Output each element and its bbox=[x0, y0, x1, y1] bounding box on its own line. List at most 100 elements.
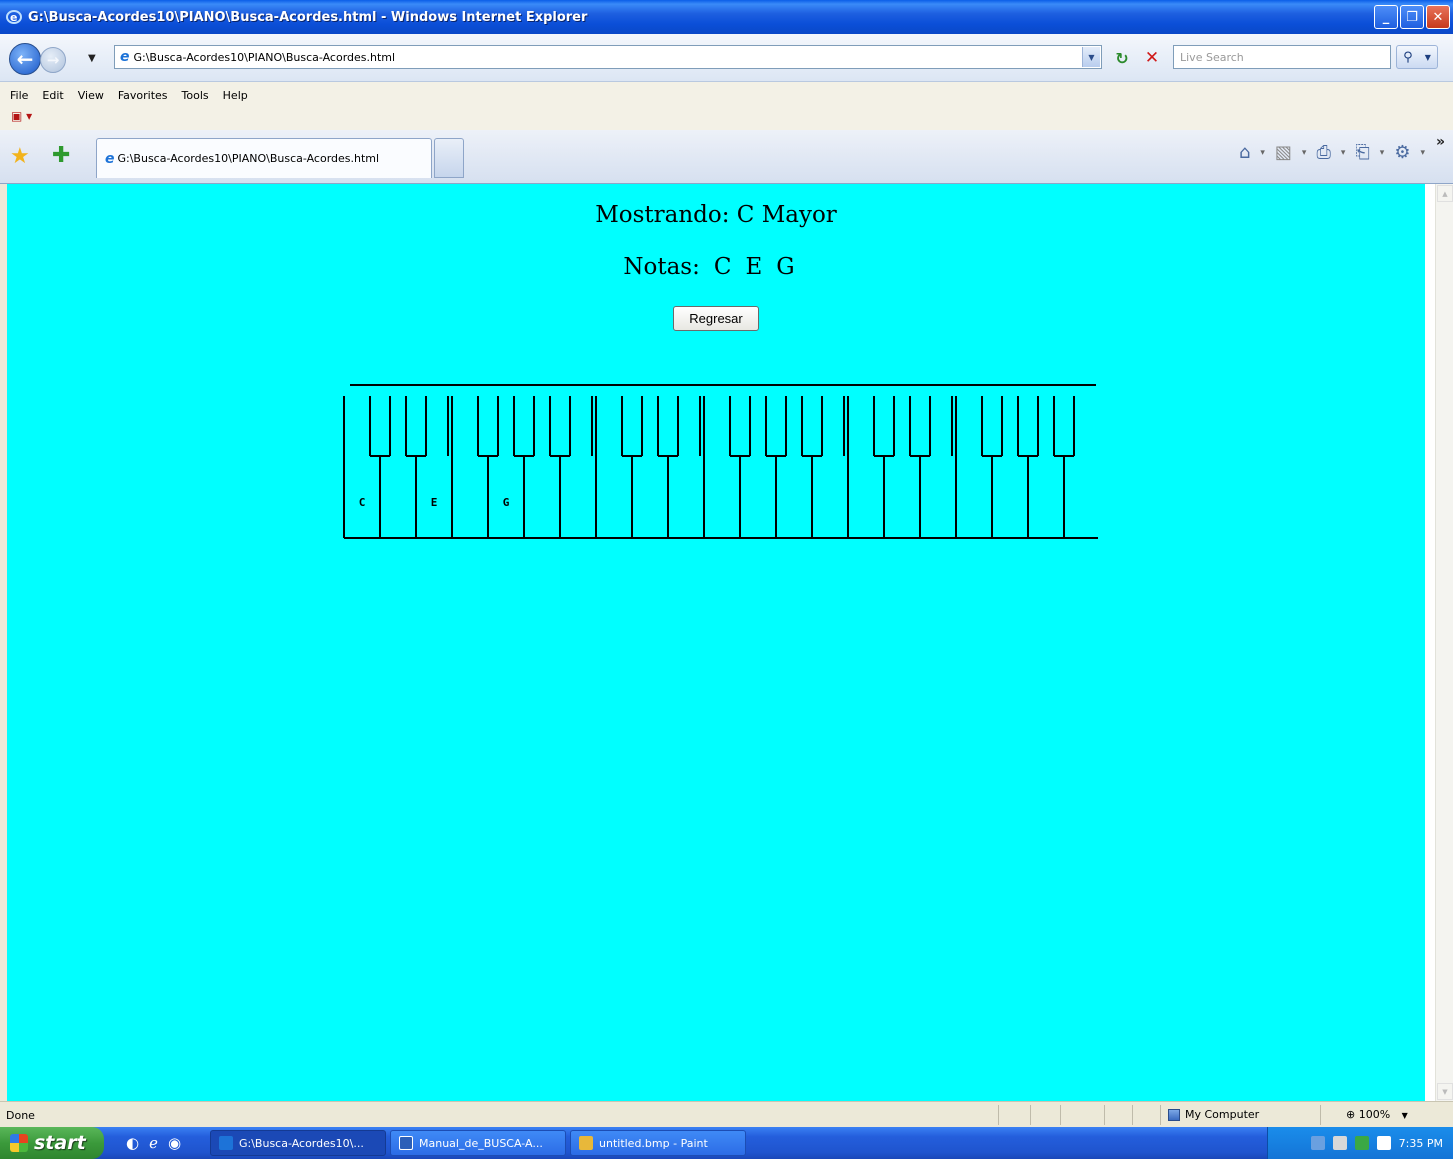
zoom-icon: ⊕ bbox=[1346, 1108, 1356, 1121]
note-2: E bbox=[745, 254, 763, 280]
volume-icon[interactable] bbox=[1332, 1136, 1347, 1150]
status-divider bbox=[1132, 1105, 1133, 1125]
address-field[interactable]: e G:\Busca-Acordes10\PIANO\Busca-Acordes… bbox=[114, 45, 1102, 69]
vertical-scrollbar[interactable]: ▲ ▼ bbox=[1435, 184, 1453, 1101]
status-divider bbox=[1030, 1105, 1031, 1125]
address-text: G:\Busca-Acordes10\PIANO\Busca-Acordes.h… bbox=[133, 50, 396, 64]
taskbar-item-paint[interactable]: untitled.bmp - Paint bbox=[570, 1130, 746, 1156]
status-divider bbox=[1160, 1105, 1161, 1125]
chevron-down-icon: ▼ bbox=[1401, 1111, 1408, 1120]
start-label: start bbox=[34, 1132, 86, 1154]
ie-icon: e bbox=[6, 9, 22, 25]
maximize-button[interactable]: ❐ bbox=[1400, 5, 1424, 29]
print-icon[interactable]: ⎙ bbox=[1316, 142, 1330, 163]
chevron-down-icon: ▼ bbox=[1424, 52, 1431, 62]
note-1: C bbox=[713, 254, 732, 280]
print-dropdown[interactable]: ▾ bbox=[1341, 148, 1346, 158]
search-icon: ⚲ bbox=[1403, 49, 1413, 65]
home-dropdown[interactable]: ▾ bbox=[1260, 148, 1265, 158]
refresh-icon[interactable]: ↻ bbox=[1110, 47, 1134, 69]
note-3: G bbox=[776, 254, 795, 280]
menu-file[interactable]: File bbox=[10, 89, 28, 102]
status-divider bbox=[1060, 1105, 1061, 1125]
page-dropdown[interactable]: ▾ bbox=[1380, 148, 1385, 158]
more-tools-chevron-icon[interactable]: » bbox=[1436, 134, 1445, 150]
pdf-toolbar-icon[interactable]: ▣ ▾ bbox=[11, 109, 32, 123]
zone-label: My Computer bbox=[1185, 1108, 1260, 1121]
feeds-icon[interactable]: ▧ bbox=[1275, 142, 1292, 163]
computer-icon bbox=[1168, 1108, 1180, 1121]
word-icon bbox=[399, 1136, 413, 1150]
status-divider bbox=[1104, 1105, 1105, 1125]
task-label: Manual_de_BUSCA-A... bbox=[419, 1136, 543, 1150]
ie-icon bbox=[219, 1136, 233, 1150]
page-menu-icon[interactable]: ⎗ bbox=[1355, 142, 1369, 163]
search-button[interactable]: ⚲ ▼ bbox=[1396, 45, 1438, 69]
app-tray-icon[interactable] bbox=[1376, 1136, 1391, 1150]
menu-help[interactable]: Help bbox=[223, 89, 248, 102]
zoom-control[interactable]: ⊕ 100% ▼ bbox=[1346, 1108, 1408, 1121]
key-label-e: E bbox=[431, 496, 438, 509]
windows-logo-icon bbox=[10, 1134, 28, 1152]
forward-button[interactable]: → bbox=[40, 47, 66, 73]
piano-keyboard: CEG bbox=[343, 384, 1098, 539]
start-button[interactable]: start bbox=[0, 1127, 104, 1159]
page-body: Mostrando: C Mayor Notas: C E G Regresar CE… bbox=[7, 184, 1425, 1101]
quick-launch: ◐ ℯ ◉ bbox=[126, 1134, 181, 1152]
new-tab-button[interactable] bbox=[434, 138, 464, 178]
navigation-bar: ← → ▼ e G:\Busca-Acordes10\PIANO\Busca-A… bbox=[0, 34, 1453, 82]
window-title-bar[interactable]: e G:\Busca-Acordes10\PIANO\Busca-Acordes… bbox=[0, 0, 1453, 34]
menu-favorites[interactable]: Favorites bbox=[118, 89, 168, 102]
home-icon[interactable]: ⌂ bbox=[1239, 142, 1250, 163]
content-area: Mostrando: C Mayor Notas: C E G Regresar CE… bbox=[0, 184, 1453, 1101]
favorites-star-icon[interactable]: ★ bbox=[10, 144, 30, 169]
scroll-up-button[interactable]: ▲ bbox=[1437, 185, 1453, 202]
taskbar: start ◐ ℯ ◉ G:\Busca-Acordes10\... Manua… bbox=[0, 1127, 1453, 1159]
security-tray-icon[interactable] bbox=[1354, 1136, 1369, 1150]
taskbar-item-ie[interactable]: G:\Busca-Acordes10\... bbox=[210, 1130, 386, 1156]
tools-dropdown[interactable]: ▾ bbox=[1420, 148, 1425, 158]
status-divider bbox=[998, 1105, 999, 1125]
clock: 7:35 PM bbox=[1398, 1136, 1443, 1150]
address-dropdown-icon[interactable]: ▼ bbox=[1082, 47, 1100, 67]
stop-icon[interactable]: ✕ bbox=[1140, 47, 1164, 69]
svg-text:e: e bbox=[10, 11, 17, 24]
notes-line: Notas: C E G bbox=[7, 254, 1425, 280]
status-bar: Done My Computer ⊕ 100% ▼ bbox=[0, 1101, 1453, 1127]
show-desktop-icon[interactable]: ◐ bbox=[126, 1134, 139, 1152]
window-title: G:\Busca-Acordes10\PIANO\Busca-Acordes.h… bbox=[28, 9, 588, 25]
search-input[interactable]: Live Search bbox=[1173, 45, 1391, 69]
back-button[interactable]: ← bbox=[9, 43, 41, 75]
tools-gear-icon[interactable]: ⚙ bbox=[1394, 142, 1410, 163]
menu-tools[interactable]: Tools bbox=[182, 89, 209, 102]
status-text: Done bbox=[6, 1109, 35, 1122]
add-favorite-icon[interactable]: ✚ bbox=[52, 143, 70, 168]
key-label-c: C bbox=[359, 496, 366, 509]
scroll-down-button[interactable]: ▼ bbox=[1437, 1083, 1453, 1100]
close-button[interactable]: ✕ bbox=[1426, 5, 1450, 29]
security-zone[interactable]: My Computer bbox=[1168, 1108, 1259, 1121]
tab-busca-acordes[interactable]: e G:\Busca-Acordes10\PIANO\Busca-Acordes… bbox=[96, 138, 432, 178]
zoom-level: 100% bbox=[1358, 1108, 1391, 1121]
recent-pages-dropdown[interactable]: ▼ bbox=[88, 53, 96, 64]
taskbar-item-word[interactable]: Manual_de_BUSCA-A... bbox=[390, 1130, 566, 1156]
regresar-button[interactable]: Regresar bbox=[673, 306, 759, 331]
page-icon: e bbox=[105, 150, 115, 167]
menu-bar: File Edit View Favorites Tools Help bbox=[0, 82, 1453, 102]
chord-title: Mostrando: C Mayor bbox=[595, 202, 837, 228]
feeds-dropdown[interactable]: ▾ bbox=[1302, 148, 1307, 158]
media-player-icon[interactable]: ◉ bbox=[168, 1134, 181, 1152]
task-label: G:\Busca-Acordes10\... bbox=[239, 1136, 364, 1150]
menu-view[interactable]: View bbox=[78, 89, 104, 102]
ie-launch-icon[interactable]: ℯ bbox=[149, 1134, 158, 1152]
status-divider bbox=[1320, 1105, 1321, 1125]
menu-edit[interactable]: Edit bbox=[42, 89, 63, 102]
minimize-button[interactable]: _ bbox=[1374, 5, 1398, 29]
command-bar: ⌂ ▾ ▧ ▾ ⎙ ▾ ⎗ ▾ ⚙ ▾ bbox=[1239, 142, 1425, 163]
key-label-g: G bbox=[503, 496, 510, 509]
network-icon[interactable] bbox=[1310, 1136, 1325, 1150]
tab-label: G:\Busca-Acordes10\PIANO\Busca-Acordes.h… bbox=[117, 152, 380, 165]
system-tray: 7:35 PM bbox=[1267, 1127, 1453, 1159]
task-label: untitled.bmp - Paint bbox=[599, 1136, 708, 1150]
page-icon: e bbox=[120, 49, 130, 65]
